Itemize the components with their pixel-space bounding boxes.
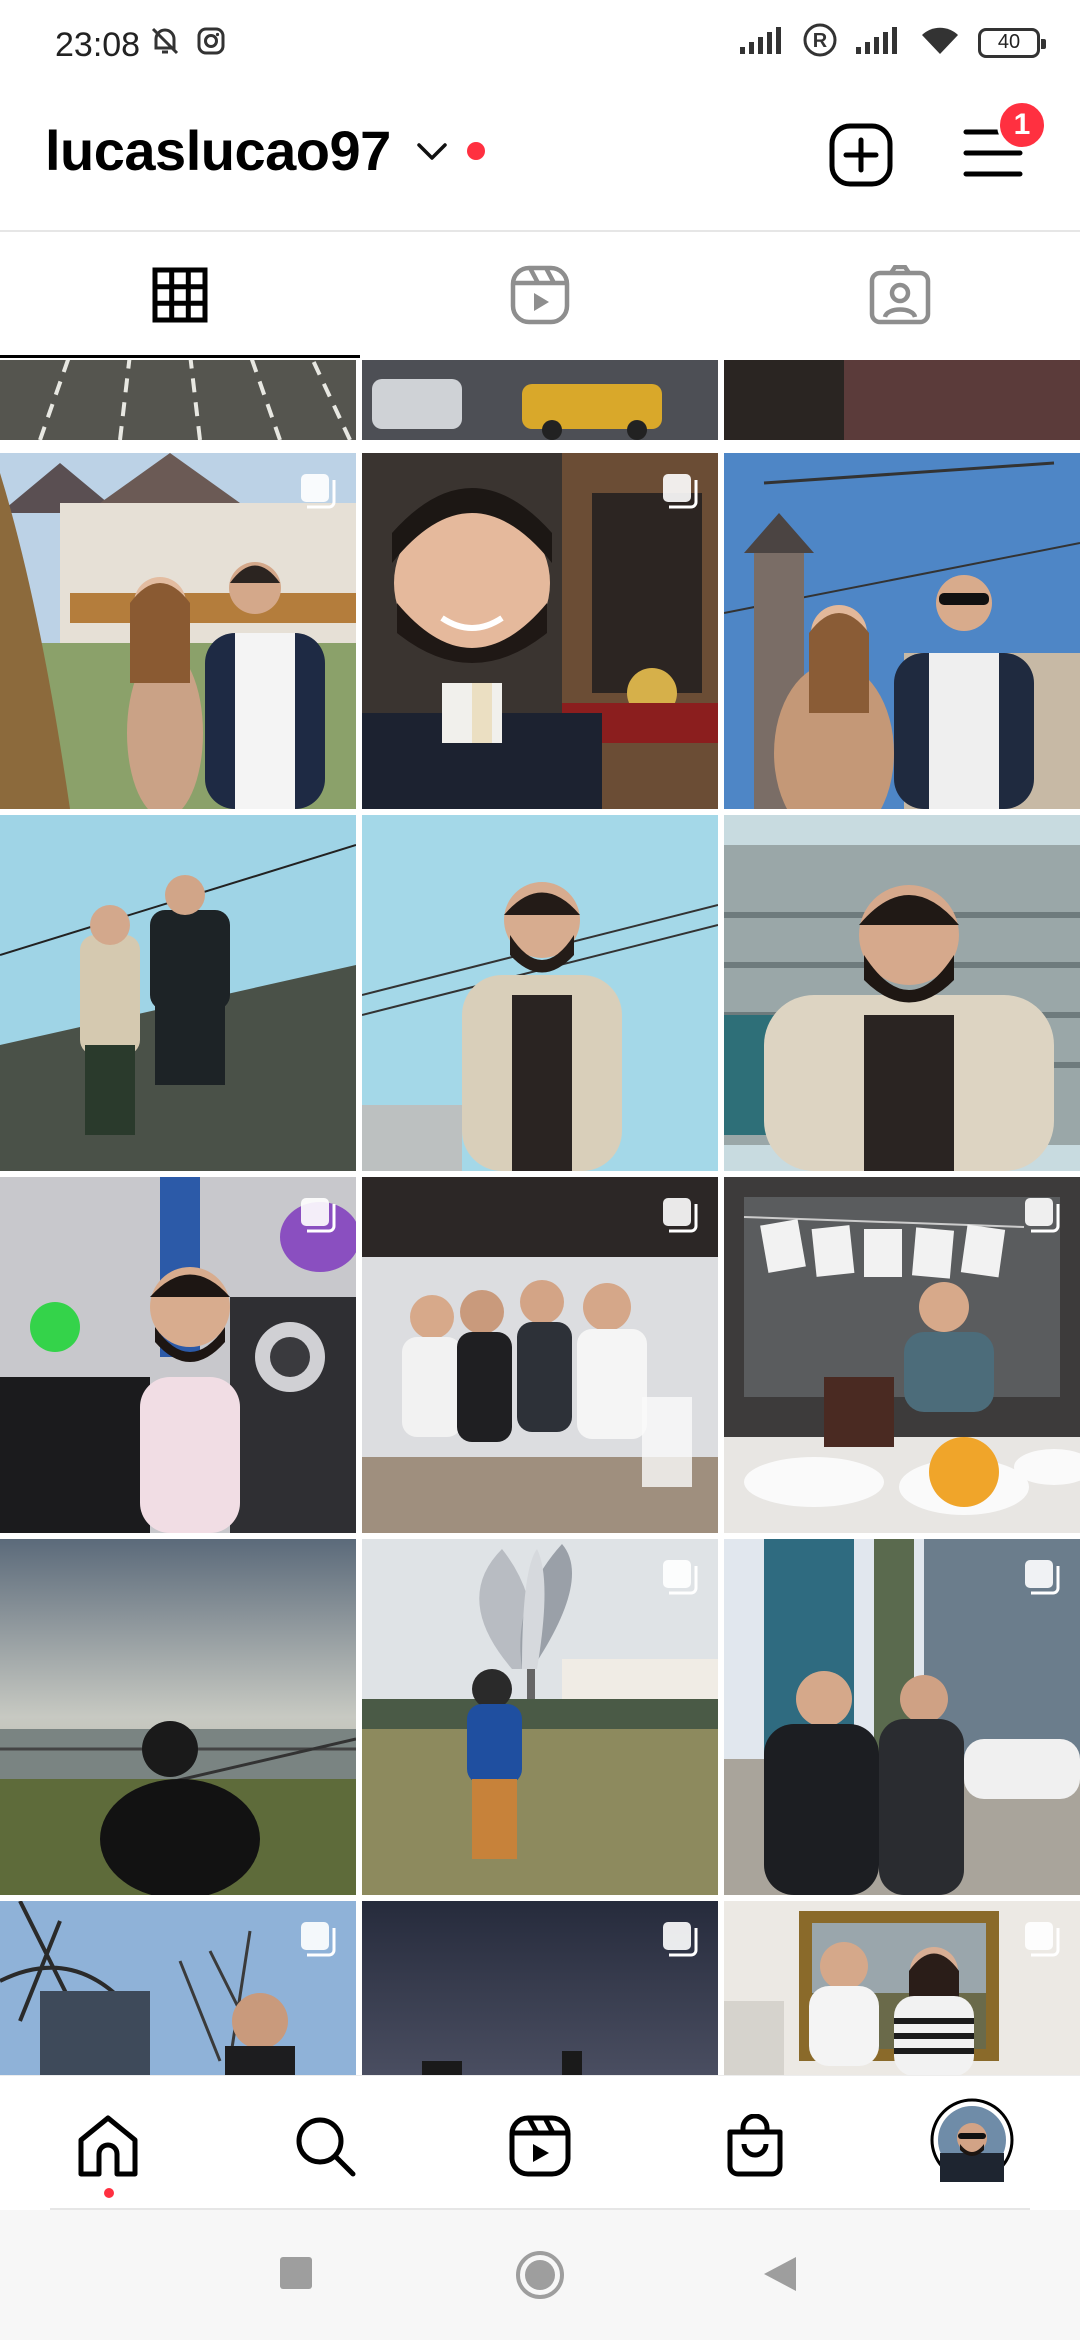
tab-tagged[interactable] [720, 232, 1080, 358]
username[interactable]: lucaslucao97 [45, 118, 391, 183]
new-post-button[interactable] [828, 122, 894, 193]
account-alert-dot [467, 142, 485, 160]
home-circle-icon[interactable] [515, 2250, 565, 2305]
tab-posts-grid[interactable] [0, 232, 360, 358]
grid-post[interactable] [0, 453, 356, 809]
back-triangle-icon[interactable] [762, 2255, 798, 2298]
home-active-dot [104, 2188, 114, 2198]
signal-icon [854, 25, 902, 60]
home-icon [78, 2115, 138, 2177]
search-icon [296, 2117, 356, 2177]
nav-profile[interactable] [930, 2098, 1014, 2182]
multiple-photos-icon [663, 474, 698, 509]
multiple-photos-icon [663, 1922, 698, 1957]
nav-reels[interactable] [500, 2106, 580, 2186]
status-time: 23:08 [55, 26, 141, 64]
grid-post[interactable] [362, 453, 718, 809]
tab-reels[interactable] [360, 232, 720, 358]
grid-post[interactable] [362, 1901, 718, 2075]
profile-tabs [0, 232, 1080, 358]
grid-post[interactable] [0, 1539, 356, 1895]
multiple-photos-icon [301, 474, 336, 509]
grid-post[interactable] [724, 1901, 1080, 2075]
multiple-photos-icon [1025, 1922, 1060, 1957]
mute-icon [148, 24, 182, 63]
nav-shop[interactable] [715, 2106, 795, 2186]
grid-post[interactable] [0, 1177, 356, 1533]
grid-post[interactable] [724, 1177, 1080, 1533]
recents-square-icon[interactable] [278, 2255, 314, 2296]
nav-home[interactable] [68, 2106, 148, 2186]
profile-avatar [930, 2098, 1014, 2182]
grid-post[interactable] [724, 815, 1080, 1171]
grid-post[interactable] [724, 453, 1080, 809]
notification-badge: 1 [997, 100, 1047, 150]
grid-post[interactable] [724, 1539, 1080, 1895]
multiple-photos-icon [301, 1922, 336, 1957]
grid-post[interactable] [362, 815, 718, 1171]
roaming-r-icon: R [802, 22, 838, 63]
grid-icon [152, 267, 208, 323]
grid-post[interactable] [362, 360, 718, 440]
multiple-photos-icon [663, 1198, 698, 1233]
grid-post[interactable] [0, 1901, 356, 2075]
shop-bag-icon [727, 2114, 783, 2177]
wifi-icon [918, 23, 962, 62]
new-post-icon [829, 123, 893, 187]
nav-search[interactable] [285, 2106, 365, 2186]
battery-icon: 40 [978, 27, 1046, 58]
system-navigation [0, 2210, 1080, 2340]
reels-icon [510, 265, 570, 325]
battery-level: 40 [997, 31, 1021, 53]
multiple-photos-icon [1025, 1560, 1060, 1595]
svg-text:R: R [813, 30, 828, 52]
multiple-photos-icon [1025, 1198, 1060, 1233]
grid-post[interactable] [0, 360, 356, 440]
instagram-icon [196, 26, 226, 61]
reels-icon [509, 2115, 571, 2177]
grid-post[interactable] [362, 1177, 718, 1533]
bottom-navigation [0, 2075, 1080, 2211]
profile-header: lucaslucao97 1 [0, 100, 1080, 230]
multiple-photos-icon [663, 1560, 698, 1595]
status-bar: 23:08 R 40 [0, 0, 1080, 95]
posts-grid [0, 360, 1080, 2075]
chevron-down-icon[interactable] [415, 140, 449, 169]
tagged-icon [869, 265, 931, 325]
multiple-photos-icon [301, 1198, 336, 1233]
grid-post[interactable] [362, 1539, 718, 1895]
grid-post[interactable] [0, 815, 356, 1171]
signal-icon [738, 25, 786, 60]
grid-post[interactable] [724, 360, 1080, 440]
